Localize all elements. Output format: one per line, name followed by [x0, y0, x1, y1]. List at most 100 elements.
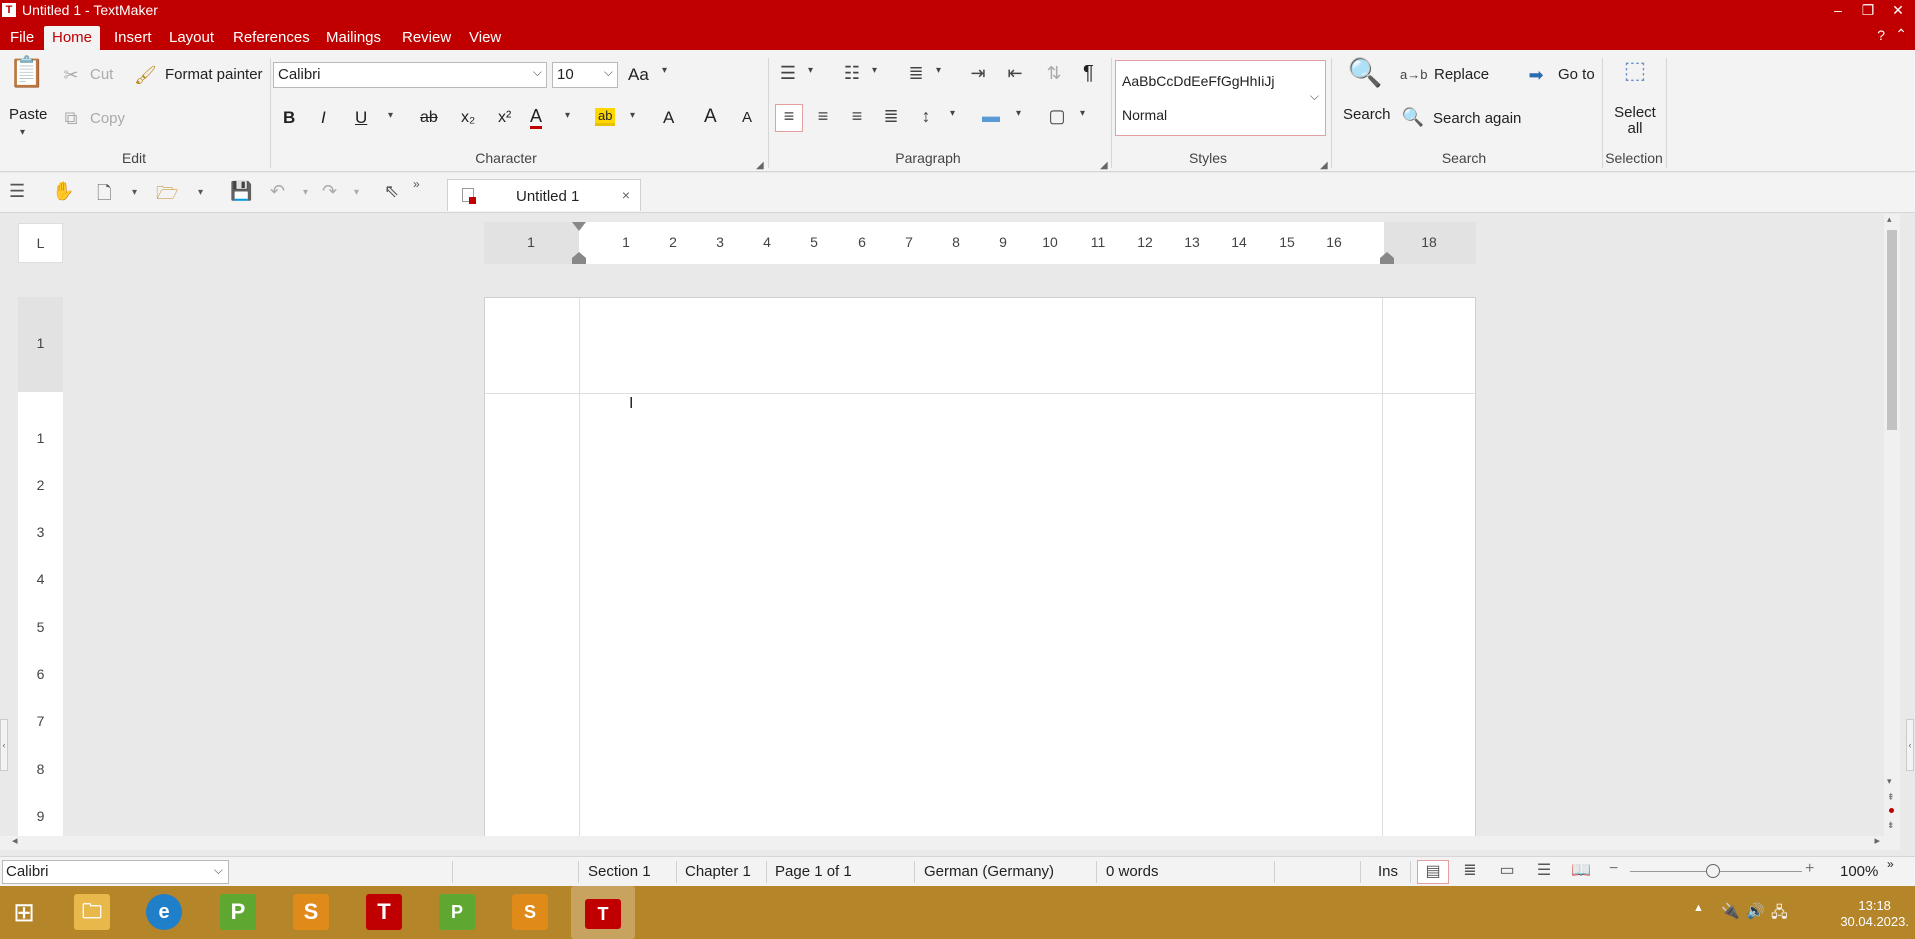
textmaker-icon[interactable]: T	[366, 894, 402, 930]
menu-insert[interactable]: Insert	[106, 26, 160, 50]
shrink-font-button[interactable]: A	[742, 109, 752, 126]
left-sidebar-toggle[interactable]: ‹	[0, 719, 8, 771]
menu-home[interactable]: Home	[44, 26, 101, 50]
planmaker-document-icon[interactable]: P	[439, 894, 475, 930]
bullet-list-dropdown-icon[interactable]: ▾	[808, 60, 813, 82]
more-tools-icon[interactable]: »	[413, 177, 420, 191]
numbered-list-dropdown-icon[interactable]: ▾	[872, 60, 877, 82]
hand-tool-icon[interactable]: ✋	[52, 181, 74, 202]
change-case-button[interactable]: Aa	[628, 65, 649, 85]
zoom-level[interactable]: 100%	[1840, 863, 1878, 880]
status-font-combo[interactable]: Calibri ⌵	[2, 860, 229, 884]
underline-dropdown-icon[interactable]: ▾	[388, 105, 393, 127]
page-view-icon[interactable]: ▭	[1491, 860, 1523, 884]
font-size-combo[interactable]: 10 ⌵	[552, 62, 618, 88]
paragraph-dialog-launcher-icon[interactable]: ◢	[1100, 160, 1108, 171]
shading-dropdown-icon[interactable]: ▾	[1016, 103, 1021, 125]
shading-icon[interactable]: ▬	[978, 105, 1004, 127]
change-case-dropdown-icon[interactable]: ▾	[662, 60, 667, 82]
first-line-indent-marker[interactable]	[572, 222, 586, 231]
line-spacing-icon[interactable]: ↕	[914, 105, 938, 127]
right-sidebar-toggle[interactable]: ‹	[1906, 719, 1914, 771]
presentations-document-icon[interactable]: S	[512, 894, 548, 930]
paste-button[interactable]: Paste	[9, 106, 47, 123]
copy-button[interactable]: Copy	[90, 110, 125, 127]
decrease-indent-icon[interactable]: ⇤	[1003, 62, 1027, 84]
goto-button[interactable]: Go to	[1558, 66, 1595, 83]
volume-icon[interactable]: 🔊	[1746, 902, 1765, 920]
scroll-right-icon[interactable]: ▸	[1874, 834, 1880, 847]
cut-button[interactable]: Cut	[90, 66, 113, 83]
replace-button[interactable]: Replace	[1434, 66, 1489, 83]
redo-icon[interactable]: ↷	[322, 181, 337, 202]
textmaker-active-window-icon[interactable]: T	[571, 886, 635, 939]
align-left-icon[interactable]: ≡	[775, 104, 803, 132]
subscript-button[interactable]: x₂	[461, 109, 475, 127]
save-icon[interactable]: 💾	[230, 181, 252, 202]
superscript-button[interactable]: x²	[498, 109, 511, 127]
menu-mailings[interactable]: Mailings	[318, 26, 389, 50]
scroll-up-icon[interactable]: ▴	[1887, 214, 1892, 225]
book-view-icon[interactable]: 📖	[1565, 860, 1597, 884]
borders-dropdown-icon[interactable]: ▾	[1080, 103, 1085, 125]
status-language[interactable]: German (Germany)	[924, 863, 1054, 880]
menu-file[interactable]: File	[2, 26, 42, 50]
status-insert-mode[interactable]: Ins	[1378, 863, 1398, 880]
menu-review[interactable]: Review	[394, 26, 459, 50]
menu-view[interactable]: View	[461, 26, 509, 50]
styles-dialog-launcher-icon[interactable]: ◢	[1320, 160, 1328, 171]
highlight-dropdown-icon[interactable]: ▾	[630, 105, 635, 127]
collapse-ribbon-icon[interactable]: ⌃	[1895, 26, 1907, 43]
system-clock[interactable]: 13:18 30.04.2023.	[1840, 898, 1909, 930]
zoom-in-button[interactable]: +	[1805, 860, 1814, 878]
font-color-button[interactable]: A	[530, 106, 543, 129]
open-dropdown-icon[interactable]: ▾	[198, 187, 203, 198]
vertical-scrollbar[interactable]: ▴ ▾ ⇞ ⇟	[1884, 214, 1900, 836]
select-all-button[interactable]: Select all	[1614, 105, 1656, 137]
scroll-thumb[interactable]	[1887, 230, 1897, 430]
redo-dropdown-icon[interactable]: ▾	[354, 187, 359, 198]
bullet-list-icon[interactable]: ☰	[776, 62, 800, 84]
style-gallery[interactable]: AaBbCcDdEeFfGgHhIiJj Normal ⌵	[1115, 60, 1326, 136]
search-button[interactable]: Search	[1343, 106, 1391, 123]
more-status-icon[interactable]: »	[1887, 857, 1894, 871]
font-name-combo[interactable]: Calibri ⌵	[273, 62, 547, 88]
chevron-down-icon[interactable]: ⌵	[1310, 89, 1319, 104]
document-tab[interactable]: Untitled 1 ×	[447, 179, 641, 211]
grow-font-button[interactable]: A	[704, 106, 717, 128]
font-color-dropdown-icon[interactable]: ▾	[565, 105, 570, 127]
zoom-out-button[interactable]: −	[1609, 860, 1618, 878]
increase-indent-icon[interactable]: ⇥	[966, 62, 990, 84]
new-dropdown-icon[interactable]: ▾	[132, 187, 137, 198]
menu-references[interactable]: References	[225, 26, 318, 50]
next-page-icon[interactable]: ⇟	[1887, 820, 1895, 831]
close-window-button[interactable]: ✕	[1883, 0, 1913, 22]
open-folder-icon[interactable]: 🗁	[156, 181, 178, 211]
paste-icon[interactable]: 📋	[8, 58, 45, 102]
network-icon[interactable]: 🖧	[1771, 902, 1788, 927]
undo-icon[interactable]: ↶	[270, 181, 285, 202]
numbered-list-icon[interactable]: ☷	[840, 62, 864, 84]
sort-icon[interactable]: ⇅	[1042, 62, 1066, 84]
underline-button[interactable]: U	[355, 108, 367, 128]
undo-dropdown-icon[interactable]: ▾	[303, 187, 308, 198]
search-icon[interactable]: 🔍	[1347, 59, 1383, 87]
strikethrough-button[interactable]: ab	[420, 109, 438, 127]
borders-icon[interactable]: ▢	[1044, 105, 1070, 127]
multilevel-list-icon[interactable]: ≣	[904, 62, 928, 84]
new-document-icon[interactable]: 🗋	[97, 181, 111, 211]
document-page[interactable]: I	[484, 297, 1477, 837]
character-dialog-launcher-icon[interactable]: ◢	[756, 160, 764, 171]
horizontal-scrollbar[interactable]: ◂ ▸	[0, 834, 1900, 850]
presentations-icon[interactable]: S	[293, 894, 329, 930]
close-tab-icon[interactable]: ×	[622, 187, 630, 203]
power-icon[interactable]: 🔌	[1721, 902, 1740, 920]
menu-layout[interactable]: Layout	[161, 26, 222, 50]
document-workspace[interactable]: L 1 1 2 3 4 5 6 7 8 9 10 11 12 13 14 15 …	[0, 214, 1914, 837]
clear-formatting-button[interactable]: A	[663, 108, 674, 128]
scroll-down-icon[interactable]: ▾	[1887, 776, 1892, 787]
pilcrow-button[interactable]: ¶	[1083, 62, 1094, 85]
tab-stop-selector[interactable]: L	[18, 223, 63, 263]
windows-start-icon[interactable]: ⊞	[6, 894, 42, 930]
planmaker-icon[interactable]: P	[220, 894, 256, 930]
